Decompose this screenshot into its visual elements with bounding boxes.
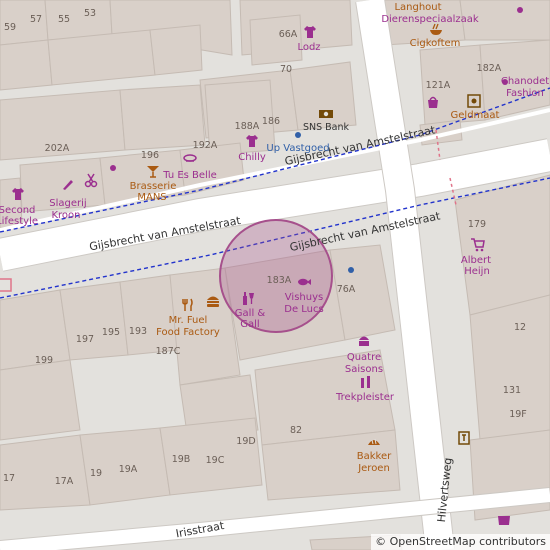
house-number: 66A: [278, 29, 298, 41]
poi-label-trekpleister[interactable]: Trekpleister: [336, 392, 394, 404]
hairdresser-icon[interactable]: [182, 152, 198, 168]
house-number: 199: [34, 355, 54, 367]
poi-label-lifestyle[interactable]: Lifestyle: [0, 216, 38, 228]
poi-label-vishuys[interactable]: Vishuys: [285, 292, 323, 304]
house-number: 82: [289, 425, 303, 437]
poi-label-jeroen[interactable]: Jeroen: [358, 463, 390, 475]
house-number: 53: [83, 8, 97, 20]
poi-label-cigkoftem[interactable]: Cigkoftem: [410, 38, 461, 50]
poi-label-chanodet[interactable]: Chanodet: [501, 76, 549, 88]
house-number: 12: [513, 322, 527, 334]
office-icon[interactable]: [295, 132, 301, 138]
house-number: 196: [140, 150, 160, 162]
bakery-icon[interactable]: [366, 433, 382, 449]
fish-icon[interactable]: [296, 274, 312, 290]
house-number: 179: [467, 219, 487, 231]
house-number: 19A: [118, 464, 138, 476]
shop-icon[interactable]: [110, 165, 116, 171]
poi-label-tu-es-belle[interactable]: Tu Es Belle: [163, 170, 217, 182]
poi-label-gall[interactable]: Gall: [240, 319, 259, 331]
house-number: 19D: [236, 436, 256, 448]
house-number: 188A: [234, 121, 260, 133]
poi-label-brasserie[interactable]: Brasserie: [130, 181, 177, 193]
atm-icon[interactable]: [466, 93, 482, 109]
poi-label-chilly[interactable]: Chilly: [238, 152, 266, 164]
house-number: 76A: [336, 284, 356, 296]
house-number: 70: [279, 64, 293, 76]
shop-icon[interactable]: [496, 511, 512, 527]
copyright-symbol: ©: [375, 535, 387, 548]
house-number: 19B: [171, 454, 191, 466]
shop-icon[interactable]: [502, 79, 508, 85]
shop-icon[interactable]: [425, 94, 441, 110]
poi-label-de-lucs[interactable]: De Lucs: [284, 304, 323, 316]
house-number: 187C: [155, 346, 181, 358]
house-number: 202A: [44, 143, 70, 155]
house-number: 186: [261, 116, 281, 128]
house-number: 192A: [192, 140, 218, 152]
house-number: 193: [128, 326, 148, 338]
cake-icon[interactable]: [356, 332, 372, 348]
map-attribution: © OpenStreetMap contributors: [371, 534, 550, 550]
poi-label-mans[interactable]: MANS: [137, 192, 166, 204]
house-number: 182A: [476, 63, 502, 75]
house-number: 57: [29, 14, 43, 26]
parking-icon[interactable]: [0, 277, 13, 293]
shirt-icon[interactable]: [302, 24, 318, 40]
house-number: 197: [75, 334, 95, 346]
office-icon[interactable]: [348, 267, 354, 273]
poi-label-langhout[interactable]: Langhout: [394, 2, 441, 14]
shirt-icon[interactable]: [244, 133, 260, 149]
atm-icon[interactable]: [456, 430, 472, 446]
bank-icon[interactable]: [318, 106, 334, 122]
house-number: 17: [2, 473, 16, 485]
poi-label-slagerij[interactable]: Slagerij: [49, 198, 86, 210]
house-number: 183A: [266, 275, 292, 287]
food-icon[interactable]: [428, 22, 444, 38]
house-number: 59: [3, 22, 17, 34]
house-number: 19F: [509, 409, 527, 421]
house-number: 195: [101, 327, 121, 339]
map-canvas[interactable]: Gijsbrecht van Amstelstraat Gijsbrecht v…: [0, 0, 550, 550]
hairdresser-icon[interactable]: [83, 172, 99, 188]
osm-attribution-link[interactable]: OpenStreetMap contributors: [390, 535, 546, 548]
poi-label-up-vastgoed[interactable]: Up Vastgoed: [266, 143, 329, 155]
poi-label-mr-fuel[interactable]: Mr. Fuel: [169, 315, 208, 327]
poi-label-albert[interactable]: Albert: [461, 255, 491, 267]
poi-label-gall-and[interactable]: Gall &: [235, 308, 265, 320]
house-number: 121A: [425, 80, 451, 92]
poi-label-food-factory[interactable]: Food Factory: [156, 327, 220, 339]
house-number: 131: [502, 385, 522, 397]
shop-icon[interactable]: [358, 374, 374, 390]
shop-icon[interactable]: [512, 2, 528, 18]
poi-label-fashion[interactable]: Fashion: [506, 88, 544, 100]
butcher-icon[interactable]: [60, 176, 76, 192]
poi-label-lodz[interactable]: Lodz: [297, 42, 320, 54]
burger-icon[interactable]: [205, 293, 221, 309]
poi-label-geldmaat[interactable]: Geldmaat: [451, 110, 500, 122]
poi-label-sns-bank[interactable]: SNS Bank: [303, 123, 349, 133]
cocktail-icon[interactable]: [145, 163, 161, 179]
wine-icon[interactable]: [240, 290, 256, 306]
poi-label-quatre[interactable]: Quatre: [347, 352, 381, 364]
poi-label-heijn[interactable]: Heijn: [464, 266, 490, 278]
house-number: 55: [57, 14, 71, 26]
poi-label-kroon[interactable]: Kroon: [51, 210, 80, 222]
house-number: 17A: [54, 476, 74, 488]
poi-label-bakker[interactable]: Bakker: [357, 451, 391, 463]
house-number: 19: [89, 468, 103, 480]
food-icon[interactable]: [180, 297, 196, 313]
shirt-icon[interactable]: [10, 186, 26, 202]
poi-label-second[interactable]: Second: [0, 205, 35, 217]
house-number: 19C: [205, 455, 225, 467]
cart-icon[interactable]: [470, 236, 486, 252]
